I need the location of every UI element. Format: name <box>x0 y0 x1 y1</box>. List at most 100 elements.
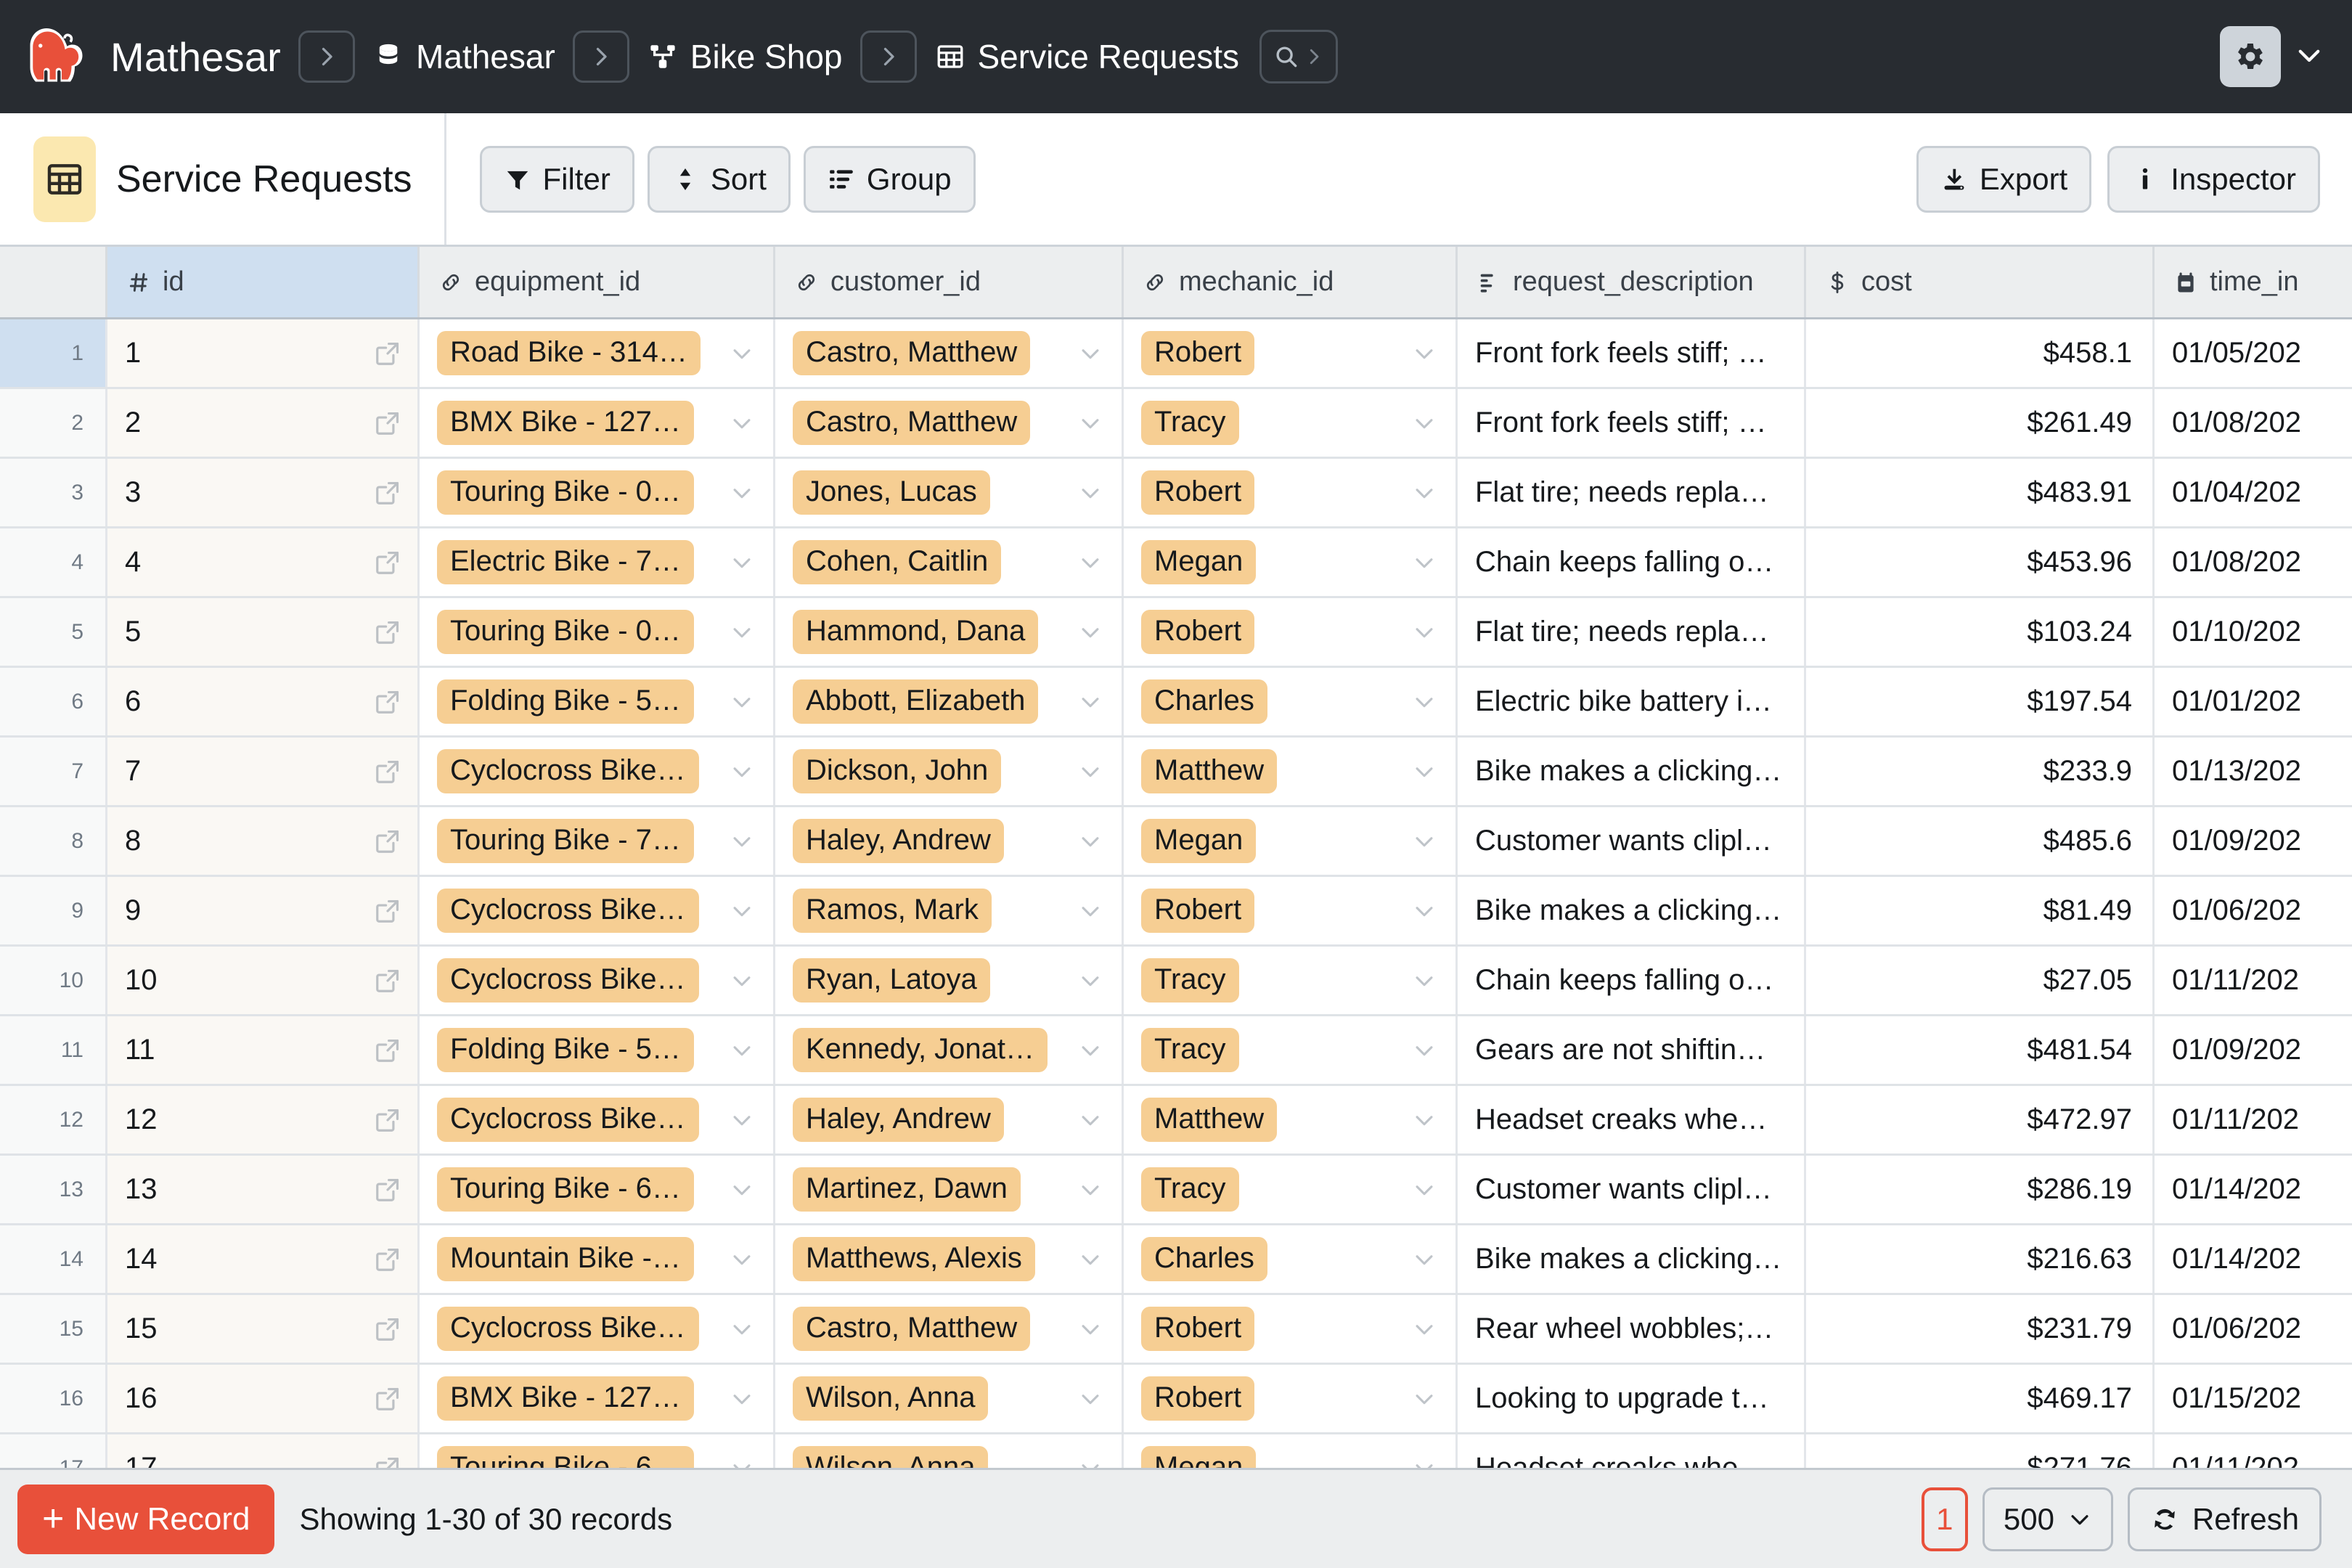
cell-request_description[interactable]: Chain keeps falling o… <box>1458 528 1806 596</box>
table-row[interactable]: 15 15 Cyclocross Bike… Castro, Matthew Rober… <box>0 1295 2352 1365</box>
chevron-down-icon[interactable] <box>730 481 754 505</box>
new-record-button[interactable]: + New Record <box>17 1484 275 1554</box>
linked-record-pill[interactable]: Charles <box>1141 1237 1267 1281</box>
open-record-icon[interactable] <box>374 828 401 855</box>
open-record-icon[interactable] <box>374 1455 401 1468</box>
chevron-down-icon[interactable] <box>1412 620 1437 645</box>
cell-cost[interactable]: $472.97 <box>1806 1086 2155 1153</box>
linked-record-pill[interactable]: Megan <box>1141 1446 1257 1468</box>
cell-time_in[interactable]: 01/01/202 <box>2155 668 2352 735</box>
cell-request_description[interactable]: Headset creaks whe… <box>1458 1434 1806 1468</box>
cell-id[interactable]: 5 <box>107 598 420 666</box>
cell-cost[interactable]: $483.91 <box>1806 459 2155 526</box>
linked-record-pill[interactable]: Matthews, Alexis <box>793 1237 1035 1281</box>
linked-record-pill[interactable]: Touring Bike - 0… <box>437 610 694 654</box>
chevron-down-icon[interactable] <box>1078 411 1103 436</box>
cell-request_description[interactable]: Bike makes a clicking… <box>1458 877 1806 944</box>
cell-time_in[interactable]: 01/06/202 <box>2155 1295 2352 1363</box>
cell-id[interactable]: 7 <box>107 738 420 805</box>
linked-record-pill[interactable]: Tracy <box>1141 958 1239 1003</box>
row-number-cell[interactable]: 11 <box>0 1016 107 1084</box>
cell-id[interactable]: 11 <box>107 1016 420 1084</box>
table-row[interactable]: 12 12 Cyclocross Bike… Haley, Andrew Matthew… <box>0 1086 2352 1156</box>
chevron-down-icon[interactable] <box>730 829 754 854</box>
chevron-down-icon[interactable] <box>1078 481 1103 505</box>
open-record-icon[interactable] <box>374 967 401 995</box>
open-record-icon[interactable] <box>374 1246 401 1273</box>
chevron-down-icon[interactable] <box>1412 1317 1437 1342</box>
breadcrumb-item-database[interactable]: Mathesar <box>372 37 555 76</box>
chevron-down-icon[interactable] <box>730 550 754 575</box>
chevron-down-icon[interactable] <box>1078 1456 1103 1468</box>
cell-equipment_id[interactable]: Touring Bike - 0… <box>420 598 775 666</box>
chevron-down-icon[interactable] <box>1078 1108 1103 1132</box>
chevron-down-icon[interactable] <box>1412 1387 1437 1411</box>
table-row[interactable]: 7 7 Cyclocross Bike… Dickson, John Matthew Bi… <box>0 738 2352 807</box>
cell-cost[interactable]: $231.79 <box>1806 1295 2155 1363</box>
cell-request_description[interactable]: Front fork feels stiff; … <box>1458 389 1806 457</box>
cell-customer_id[interactable]: Kennedy, Jonat… <box>775 1016 1124 1084</box>
open-record-icon[interactable] <box>374 688 401 716</box>
open-record-icon[interactable] <box>374 897 401 925</box>
chevron-down-icon[interactable] <box>1078 690 1103 714</box>
export-button[interactable]: Export <box>1916 145 2092 213</box>
cell-customer_id[interactable]: Dickson, John <box>775 738 1124 805</box>
chevron-down-icon[interactable] <box>1078 1038 1103 1063</box>
linked-record-pill[interactable]: Abbott, Elizabeth <box>793 679 1039 724</box>
table-row[interactable]: 16 16 BMX Bike - 127… Wilson, Anna Robert Loo… <box>0 1365 2352 1434</box>
table-row[interactable]: 3 3 Touring Bike - 0… Jones, Lucas Robert Fla… <box>0 459 2352 528</box>
linked-record-pill[interactable]: Touring Bike - 6… <box>437 1446 694 1468</box>
cell-equipment_id[interactable]: BMX Bike - 127… <box>420 389 775 457</box>
cell-request_description[interactable]: Gears are not shiftin… <box>1458 1016 1806 1084</box>
cell-customer_id[interactable]: Haley, Andrew <box>775 807 1124 875</box>
linked-record-pill[interactable]: Folding Bike - 5… <box>437 1028 694 1072</box>
row-number-cell[interactable]: 3 <box>0 459 107 526</box>
chevron-down-icon[interactable] <box>1078 899 1103 923</box>
row-number-cell[interactable]: 10 <box>0 947 107 1014</box>
chevron-down-icon[interactable] <box>730 1387 754 1411</box>
linked-record-pill[interactable]: Ramos, Mark <box>793 889 992 933</box>
cell-id[interactable]: 17 <box>107 1434 420 1468</box>
chevron-down-icon[interactable] <box>1078 550 1103 575</box>
open-record-icon[interactable] <box>374 340 401 367</box>
linked-record-pill[interactable]: Robert <box>1141 470 1255 515</box>
cell-cost[interactable]: $481.54 <box>1806 1016 2155 1084</box>
cell-cost[interactable]: $453.96 <box>1806 528 2155 596</box>
cell-mechanic_id[interactable]: Tracy <box>1124 947 1458 1014</box>
column-header-mechanic_id[interactable]: mechanic_id <box>1124 247 1458 317</box>
cell-request_description[interactable]: Chain keeps falling o… <box>1458 947 1806 1014</box>
refresh-button[interactable]: Refresh <box>2127 1487 2322 1551</box>
cell-customer_id[interactable]: Castro, Matthew <box>775 389 1124 457</box>
cell-mechanic_id[interactable]: Tracy <box>1124 1156 1458 1223</box>
chevron-down-icon[interactable] <box>1412 1456 1437 1468</box>
open-record-icon[interactable] <box>374 1385 401 1413</box>
table-row[interactable]: 2 2 BMX Bike - 127… Castro, Matthew Tracy Fro… <box>0 389 2352 459</box>
column-header-id[interactable]: id <box>107 247 420 317</box>
cell-id[interactable]: 15 <box>107 1295 420 1363</box>
table-row[interactable]: 9 9 Cyclocross Bike… Ramos, Mark Robert Bike … <box>0 877 2352 947</box>
linked-record-pill[interactable]: Hammond, Dana <box>793 610 1039 654</box>
cell-time_in[interactable]: 01/09/202 <box>2155 1016 2352 1084</box>
linked-record-pill[interactable]: Touring Bike - 0… <box>437 470 694 515</box>
linked-record-pill[interactable]: Castro, Matthew <box>793 1307 1031 1351</box>
table-row[interactable]: 11 11 Folding Bike - 5… Kennedy, Jonat… Trac… <box>0 1016 2352 1086</box>
chevron-down-icon[interactable] <box>1078 1177 1103 1202</box>
cell-mechanic_id[interactable]: Charles <box>1124 668 1458 735</box>
linked-record-pill[interactable]: Tracy <box>1141 401 1239 445</box>
chevron-down-icon[interactable] <box>1412 1247 1437 1272</box>
cell-request_description[interactable]: Flat tire; needs repla… <box>1458 598 1806 666</box>
chevron-down-icon[interactable] <box>1412 899 1437 923</box>
linked-record-pill[interactable]: Matthew <box>1141 1098 1278 1142</box>
cell-id[interactable]: 14 <box>107 1225 420 1293</box>
cell-equipment_id[interactable]: Touring Bike - 7… <box>420 807 775 875</box>
cell-mechanic_id[interactable]: Tracy <box>1124 389 1458 457</box>
linked-record-pill[interactable]: BMX Bike - 127… <box>437 1376 694 1421</box>
open-record-icon[interactable] <box>374 1315 401 1343</box>
cell-id[interactable]: 13 <box>107 1156 420 1223</box>
row-number-cell[interactable]: 7 <box>0 738 107 805</box>
cell-customer_id[interactable]: Abbott, Elizabeth <box>775 668 1124 735</box>
cell-time_in[interactable]: 01/10/202 <box>2155 598 2352 666</box>
chevron-down-icon[interactable] <box>1412 968 1437 993</box>
cell-cost[interactable]: $81.49 <box>1806 877 2155 944</box>
table-row[interactable]: 8 8 Touring Bike - 7… Haley, Andrew Megan Cus… <box>0 807 2352 877</box>
